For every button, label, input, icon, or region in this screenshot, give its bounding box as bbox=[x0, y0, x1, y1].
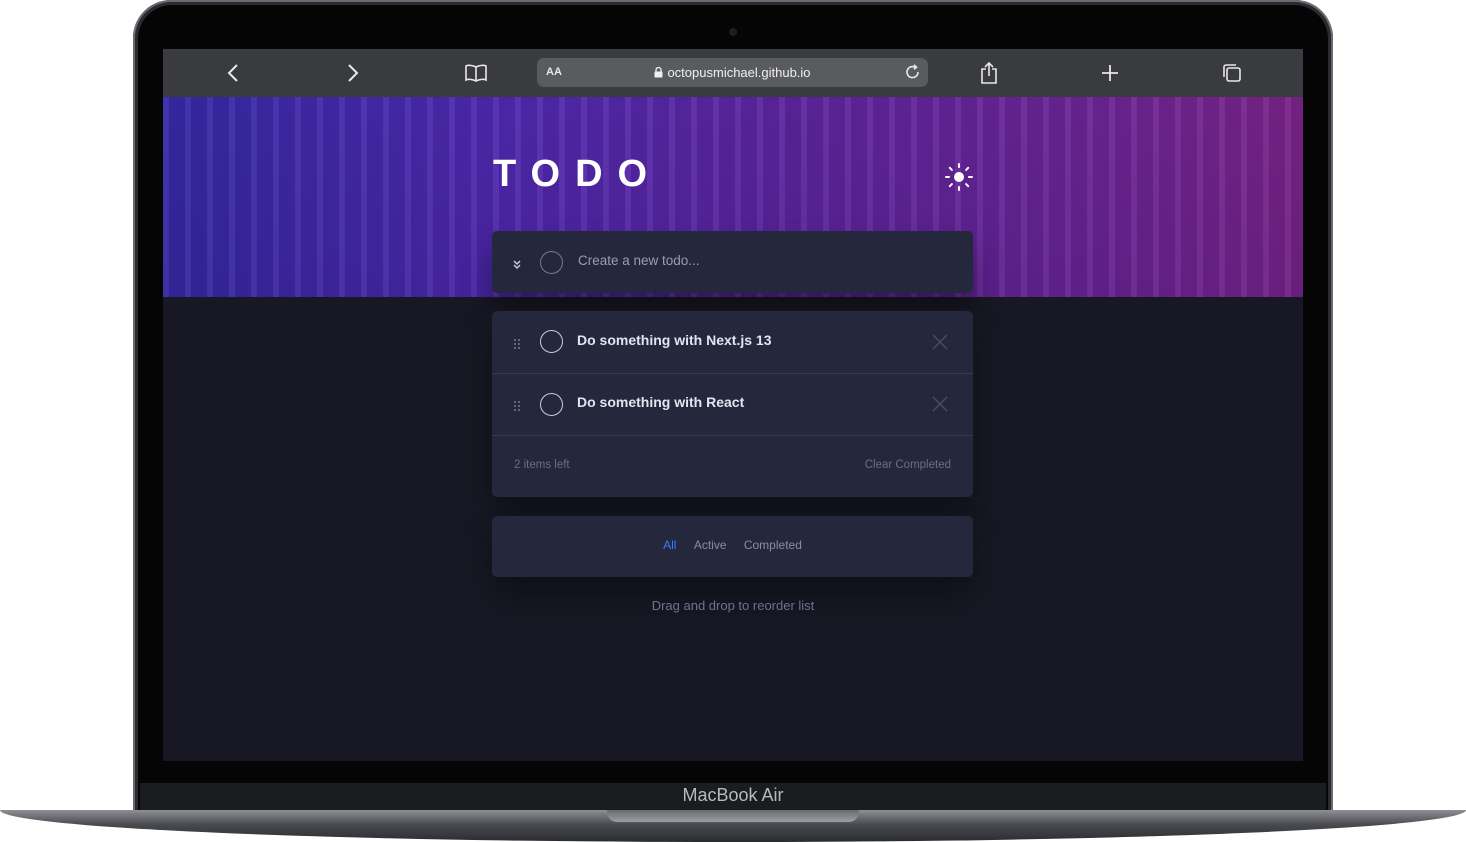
new-todo-checkbox[interactable] bbox=[540, 251, 563, 274]
new-todo-input[interactable]: Create a new todo... bbox=[578, 253, 700, 268]
url-text: octopusmichael.github.io bbox=[667, 65, 811, 80]
todo-checkbox[interactable] bbox=[540, 393, 563, 416]
clear-completed-button[interactable]: Clear Completed bbox=[865, 459, 951, 471]
filter-completed[interactable]: Completed bbox=[744, 538, 802, 552]
back-icon[interactable] bbox=[219, 59, 247, 87]
list-footer: 2 items left Clear Completed bbox=[492, 435, 973, 497]
todo-text: Do something with React bbox=[577, 394, 745, 410]
share-icon[interactable] bbox=[975, 59, 1003, 87]
address-bar[interactable]: AA octopusmichael.github.io bbox=[537, 58, 928, 87]
camera-dot bbox=[729, 28, 737, 36]
delete-icon[interactable] bbox=[931, 395, 949, 417]
todo-list-card: Do something with Next.js 13 Do somethin… bbox=[492, 311, 973, 497]
drag-handle-icon[interactable] bbox=[513, 335, 521, 354]
app-title: TODO bbox=[493, 153, 663, 195]
browser-screen: AA octopusmichael.github.io TODO Create … bbox=[163, 49, 1303, 761]
tabs-icon[interactable] bbox=[1218, 59, 1246, 87]
lock-icon bbox=[654, 66, 663, 78]
delete-icon[interactable] bbox=[931, 333, 949, 355]
bookmarks-icon[interactable] bbox=[462, 59, 490, 87]
browser-toolbar: AA octopusmichael.github.io bbox=[163, 49, 1303, 97]
device-brand-label: MacBook Air bbox=[682, 785, 784, 805]
filter-active[interactable]: Active bbox=[694, 538, 727, 552]
hinge-notch bbox=[607, 810, 859, 822]
sun-icon[interactable] bbox=[944, 162, 974, 192]
todo-text: Do something with Next.js 13 bbox=[577, 332, 772, 348]
url-display: octopusmichael.github.io bbox=[537, 65, 928, 80]
drag-handle-icon[interactable] bbox=[513, 397, 521, 416]
filter-all[interactable]: All bbox=[663, 538, 676, 552]
todo-checkbox[interactable] bbox=[540, 330, 563, 353]
new-tab-icon[interactable] bbox=[1096, 59, 1124, 87]
chevron-down-icon[interactable] bbox=[512, 256, 522, 275]
items-left-count: 2 items left bbox=[514, 459, 570, 471]
filter-tabs: All Active Completed bbox=[492, 538, 973, 552]
filter-card: All Active Completed bbox=[492, 516, 973, 577]
forward-icon[interactable] bbox=[339, 59, 367, 87]
reload-icon[interactable] bbox=[904, 63, 922, 85]
todo-row[interactable]: Do something with React bbox=[492, 373, 973, 436]
todo-row[interactable]: Do something with Next.js 13 bbox=[492, 311, 973, 374]
reorder-hint: Drag and drop to reorder list bbox=[651, 598, 815, 613]
new-todo-card: Create a new todo... bbox=[492, 231, 973, 293]
